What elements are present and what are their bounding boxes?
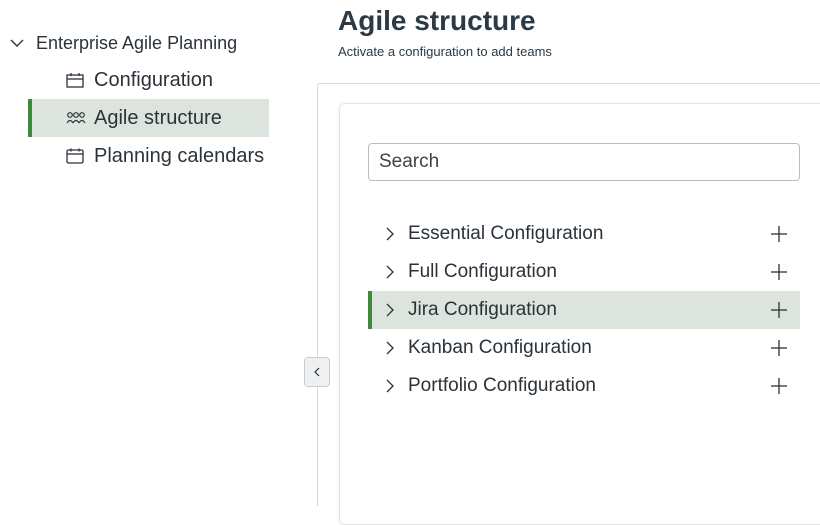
chevron-left-icon — [314, 367, 320, 377]
configuration-label: Essential Configuration — [408, 223, 604, 244]
page-title: Agile structure — [338, 5, 536, 36]
sidebar-item-label: Agile structure — [94, 106, 222, 129]
chevron-right-icon[interactable] — [382, 264, 398, 280]
add-icon[interactable] — [770, 301, 788, 319]
sidebar-item-configuration[interactable]: Configuration — [28, 61, 269, 99]
calendar-icon — [66, 146, 86, 166]
collapse-sidebar-button[interactable] — [304, 357, 330, 387]
configuration-icon — [66, 70, 86, 90]
sidebar-item-label: Configuration — [94, 68, 213, 91]
configuration-row-portfolio[interactable]: Portfolio Configuration — [368, 367, 800, 405]
add-icon[interactable] — [770, 377, 788, 395]
page-subtitle: Activate a configuration to add teams — [338, 44, 552, 59]
search-input[interactable] — [368, 143, 800, 181]
configuration-label: Kanban Configuration — [408, 337, 592, 358]
configuration-label: Full Configuration — [408, 261, 557, 282]
add-icon[interactable] — [770, 225, 788, 243]
sidebar-item-label: Planning calendars — [94, 144, 265, 167]
configuration-row-kanban[interactable]: Kanban Configuration — [368, 329, 800, 367]
sidebar-divider — [317, 84, 318, 506]
chevron-down-icon — [10, 39, 24, 47]
configuration-label: Portfolio Configuration — [408, 375, 596, 396]
configuration-label: Jira Configuration — [408, 299, 557, 320]
chevron-right-icon[interactable] — [382, 302, 398, 318]
add-icon[interactable] — [770, 263, 788, 281]
chevron-right-icon[interactable] — [382, 340, 398, 356]
configuration-row-full[interactable]: Full Configuration — [368, 253, 800, 291]
add-icon[interactable] — [770, 339, 788, 357]
header-divider — [318, 83, 820, 84]
sidebar-item-planning-calendars[interactable]: Planning calendars — [28, 137, 269, 175]
tree-root-enterprise-agile-planning[interactable]: Enterprise Agile Planning — [8, 30, 237, 56]
sidebar-item-agile-structure[interactable]: Agile structure — [28, 99, 269, 137]
configuration-row-essential[interactable]: Essential Configuration — [368, 215, 800, 253]
configuration-row-jira[interactable]: Jira Configuration — [368, 291, 800, 329]
tree-root-label: Enterprise Agile Planning — [36, 32, 238, 53]
team-icon — [66, 108, 86, 128]
chevron-right-icon[interactable] — [382, 378, 398, 394]
sidebar: Enterprise Agile Planning Configuration — [0, 0, 270, 506]
chevron-right-icon[interactable] — [382, 226, 398, 242]
